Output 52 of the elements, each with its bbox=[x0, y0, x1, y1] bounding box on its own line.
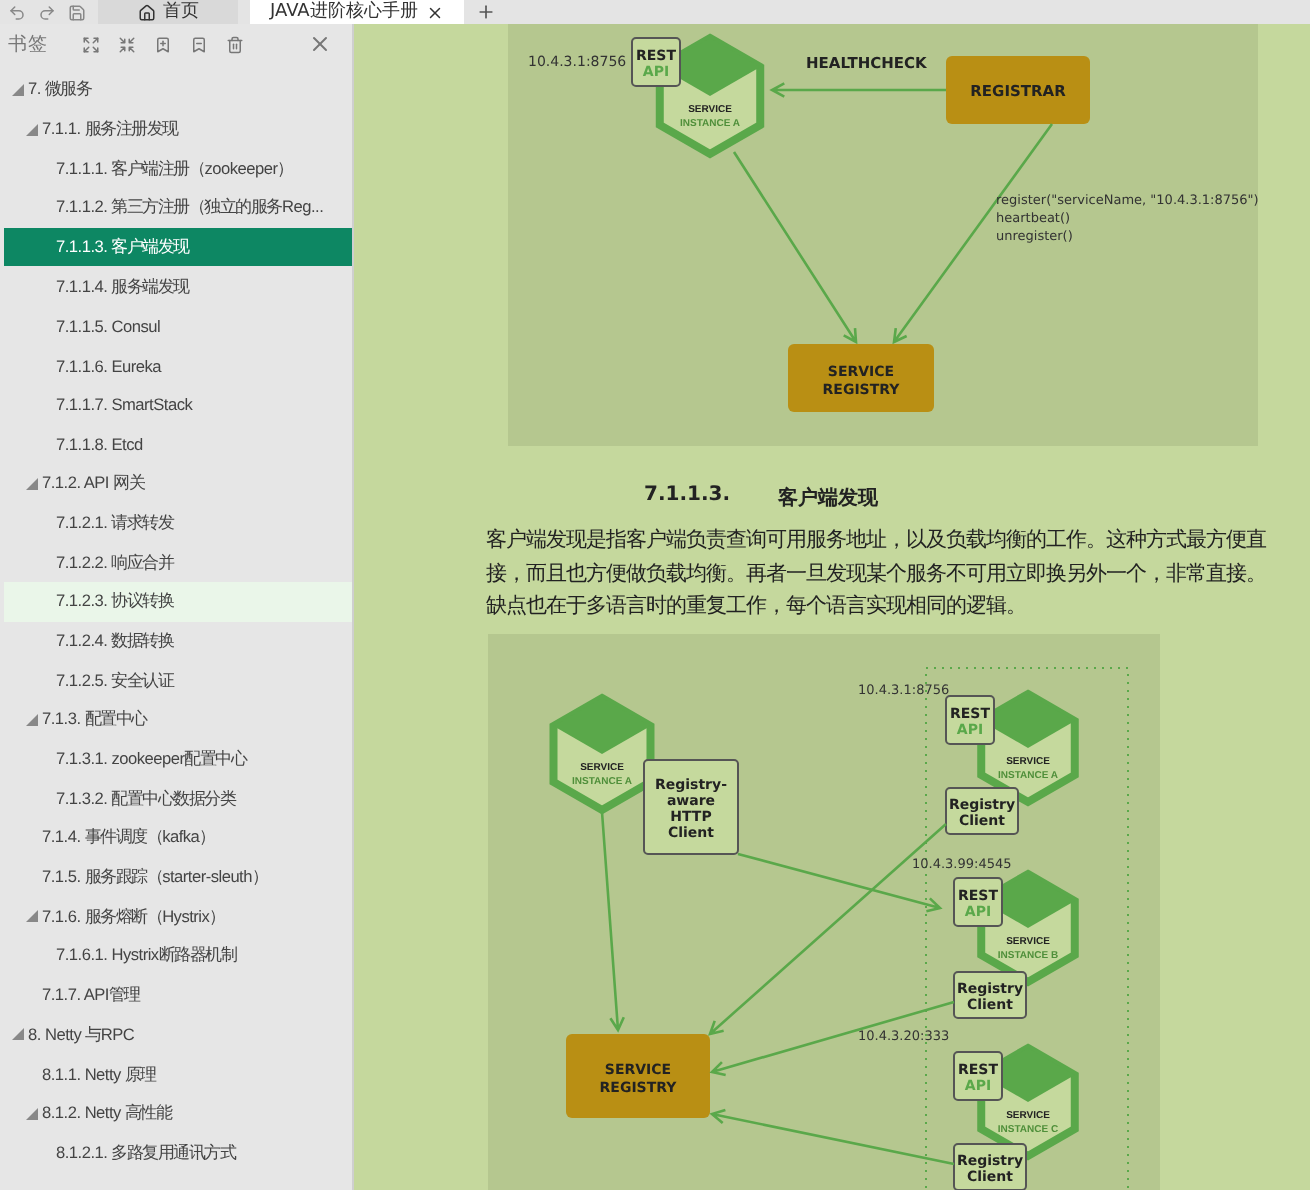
expanded-triangle-icon[interactable] bbox=[26, 1107, 38, 1120]
bookmark-item[interactable]: 7.1.6.1. Hystrix断路器机制 bbox=[4, 936, 352, 976]
panel-title: 书签 bbox=[8, 31, 48, 57]
bookmark-item[interactable]: 7.1.2.3. 协议转换 bbox=[4, 581, 352, 622]
document-tab[interactable]: 首页 bbox=[98, 0, 238, 24]
bookmark-item[interactable]: 7.1.1.8. Etcd bbox=[4, 424, 352, 464]
bookmark-item[interactable]: 8.1.2. Netty 高性能 bbox=[4, 1093, 352, 1134]
body-paragraph: 客户端发现是指客户端负责查询可用服务地址，以及负载均衡的工作。这种方式最方便直接，而且也方便做负载均衡。再者一旦发现某个服务不可用立即换另外一个，非常直接。缺点也在于多语言时的重复工作，每个语言实现相同的逻辑。 bbox=[486, 526, 1268, 623]
remove-bookmark-icon[interactable] bbox=[190, 35, 208, 53]
expanded-triangle-icon[interactable] bbox=[12, 1028, 24, 1041]
bookmark-item[interactable]: 7.1.1.2. 第三方注册（独立的服务Reg... bbox=[4, 188, 352, 228]
bookmark-item[interactable]: 7.1.1.7. SmartStack bbox=[4, 385, 352, 425]
undo-icon[interactable] bbox=[8, 3, 26, 21]
close-icon[interactable] bbox=[425, 3, 444, 21]
bookmark-item[interactable]: 8.1.1. Netty 原理 bbox=[4, 1054, 352, 1094]
redo-icon[interactable] bbox=[38, 3, 56, 21]
bookmark-item[interactable]: 7.1.2.1. 请求转发 bbox=[4, 503, 352, 543]
bookmark-item[interactable]: 8.1.2.1. 多路复用通讯方式 bbox=[4, 1133, 352, 1173]
bookmark-item[interactable]: 7.1.1.6. Eureka bbox=[4, 345, 352, 385]
bookmark-item[interactable]: 7.1.2.2. 响应合并 bbox=[4, 542, 352, 582]
expanded-triangle-icon[interactable] bbox=[26, 713, 38, 726]
bookmark-item[interactable]: 7.1.3.1. zookeeper配置中心 bbox=[4, 739, 352, 779]
bookmark-item[interactable]: 7.1.3. 配置中心 bbox=[4, 700, 352, 740]
bookmark-item[interactable]: 7.1.5. 服务跟踪（starter-sleuth） bbox=[4, 857, 352, 897]
bookmark-item[interactable]: 7.1.7. API管理 bbox=[4, 975, 352, 1015]
add-bookmark-icon[interactable] bbox=[154, 35, 172, 53]
section-heading: 客户端发现 bbox=[778, 484, 879, 512]
delete-icon[interactable] bbox=[226, 35, 244, 53]
expand-icon[interactable] bbox=[82, 35, 100, 53]
bookmark-item[interactable]: 7.1.3.2. 配置中心数据分类 bbox=[4, 778, 352, 819]
expanded-triangle-icon[interactable] bbox=[26, 123, 38, 136]
save-icon[interactable] bbox=[68, 3, 86, 21]
bookmark-item[interactable]: 7. 微服务 bbox=[4, 70, 352, 110]
bookmark-item[interactable]: 7.1.2. API 网关 bbox=[4, 463, 352, 504]
new-tab-icon[interactable] bbox=[475, 2, 496, 22]
bookmark-item[interactable]: 7.1.4. 事件调度（kafka） bbox=[4, 818, 352, 858]
bookmark-item[interactable]: 7.1.1.1. 客户端注册（zookeeper） bbox=[4, 148, 352, 189]
bookmark-item[interactable]: 7.1.1.4. 服务端发现 bbox=[4, 266, 352, 307]
bookmark-item[interactable]: 7.1.6. 服务熔断（Hystrix） bbox=[4, 896, 352, 937]
bookmark-item[interactable]: 7.1.1.3. 客户端发现 bbox=[4, 227, 352, 267]
bookmark-item[interactable]: 7.1.1.5. Consul bbox=[4, 306, 352, 346]
collapse-icon[interactable] bbox=[118, 35, 136, 53]
expanded-triangle-icon[interactable] bbox=[26, 477, 38, 490]
expanded-triangle-icon[interactable] bbox=[12, 83, 24, 96]
section-number: 7.1.1.3. bbox=[644, 484, 731, 510]
bookmark-item[interactable]: 7.1.2.5. 安全认证 bbox=[4, 660, 352, 700]
bookmark-item[interactable]: 8. Netty 与RPC bbox=[4, 1015, 352, 1055]
expanded-triangle-icon[interactable] bbox=[26, 910, 38, 923]
document-tab[interactable]: JAVA进阶核心手册 bbox=[250, 0, 464, 24]
bookmark-item[interactable]: 7.1.2.4. 数据转换 bbox=[4, 621, 352, 661]
bookmark-item[interactable]: 7.1.1. 服务注册发现 bbox=[4, 109, 352, 149]
home-icon bbox=[137, 3, 155, 21]
